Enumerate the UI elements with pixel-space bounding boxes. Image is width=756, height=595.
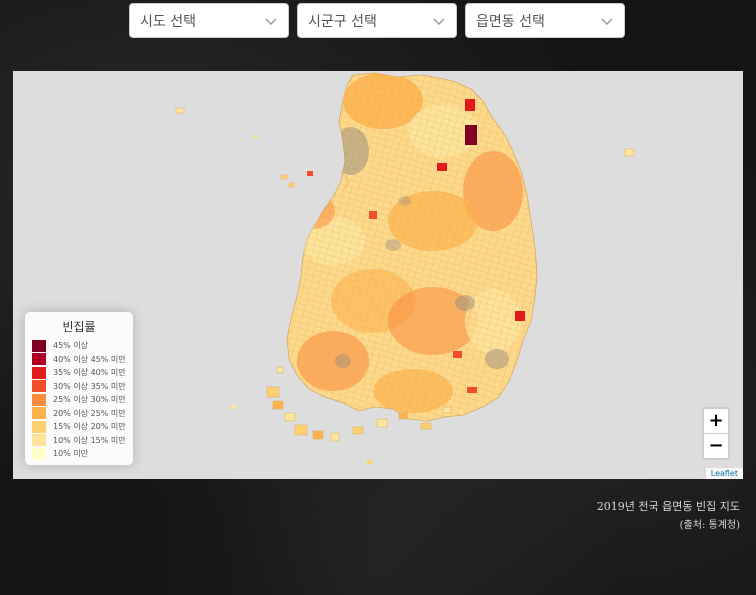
legend-swatch	[32, 447, 46, 460]
attribution-link[interactable]: Leaflet	[705, 468, 743, 479]
legend-label: 20% 이상 25% 미만	[53, 408, 126, 418]
map-caption: 2019년 전국 읍면동 빈집 지도 (출처: 통계청)	[597, 498, 740, 531]
legend-items: 45% 이상 40% 이상 45% 미만 35% 이상 40% 미만 30% 이…	[32, 339, 126, 461]
chevron-down-icon	[265, 17, 277, 25]
legend-label: 10% 이상 15% 미만	[53, 435, 126, 445]
sido-select[interactable]: 시도 선택	[129, 3, 289, 38]
legend-label: 15% 이상 20% 미만	[53, 422, 126, 432]
legend-swatch	[32, 420, 46, 433]
legend-title: 빈집률	[62, 320, 96, 334]
legend-label: 35% 이상 40% 미만	[53, 368, 126, 378]
legend-item: 25% 이상 30% 미만	[32, 393, 126, 407]
vacancy-map[interactable]: 빈집률 45% 이상 40% 이상 45% 미만 35% 이상 40% 미만 3…	[13, 71, 743, 479]
legend-item: 40% 이상 45% 미만	[32, 353, 126, 367]
legend-item: 30% 이상 35% 미만	[32, 380, 126, 394]
caption-title: 2019년 전국 읍면동 빈집 지도	[596, 500, 740, 513]
legend-label: 45% 이상	[53, 341, 89, 351]
legend-item: 10% 이상 15% 미만	[32, 434, 126, 448]
zoom-control: + −	[702, 407, 730, 460]
legend-swatch	[32, 353, 46, 366]
legend-label: 25% 이상 30% 미만	[53, 395, 126, 405]
legend-item: 10% 미만	[32, 447, 126, 461]
legend-swatch	[32, 339, 46, 352]
legend-swatch	[32, 393, 46, 406]
zoom-in-button[interactable]: +	[704, 409, 728, 433]
legend-swatch	[32, 407, 46, 420]
legend-label: 30% 이상 35% 미만	[53, 381, 126, 391]
chevron-down-icon	[601, 17, 613, 25]
eupmyeondong-select[interactable]: 읍면동 선택	[465, 3, 625, 38]
legend-item: 20% 이상 25% 미만	[32, 407, 126, 421]
legend-item: 35% 이상 40% 미만	[32, 366, 126, 380]
legend-label: 40% 이상 45% 미만	[53, 354, 126, 364]
sigungu-select-label: 시군구 선택	[308, 13, 377, 30]
legend-swatch	[32, 380, 46, 393]
legend-label: 10% 미만	[53, 449, 89, 459]
caption-source: (출처: 통계청)	[679, 520, 740, 531]
zoom-out-button[interactable]: −	[704, 433, 728, 458]
legend: 빈집률 45% 이상 40% 이상 45% 미만 35% 이상 40% 미만 3…	[25, 312, 133, 465]
legend-item: 45% 이상	[32, 339, 126, 353]
sigungu-select[interactable]: 시군구 선택	[297, 3, 457, 38]
eupmyeondong-select-label: 읍면동 선택	[476, 13, 545, 30]
sido-select-label: 시도 선택	[140, 13, 196, 30]
legend-item: 15% 이상 20% 미만	[32, 420, 126, 434]
legend-swatch	[32, 366, 46, 379]
legend-swatch	[32, 434, 46, 447]
chevron-down-icon	[433, 17, 445, 25]
